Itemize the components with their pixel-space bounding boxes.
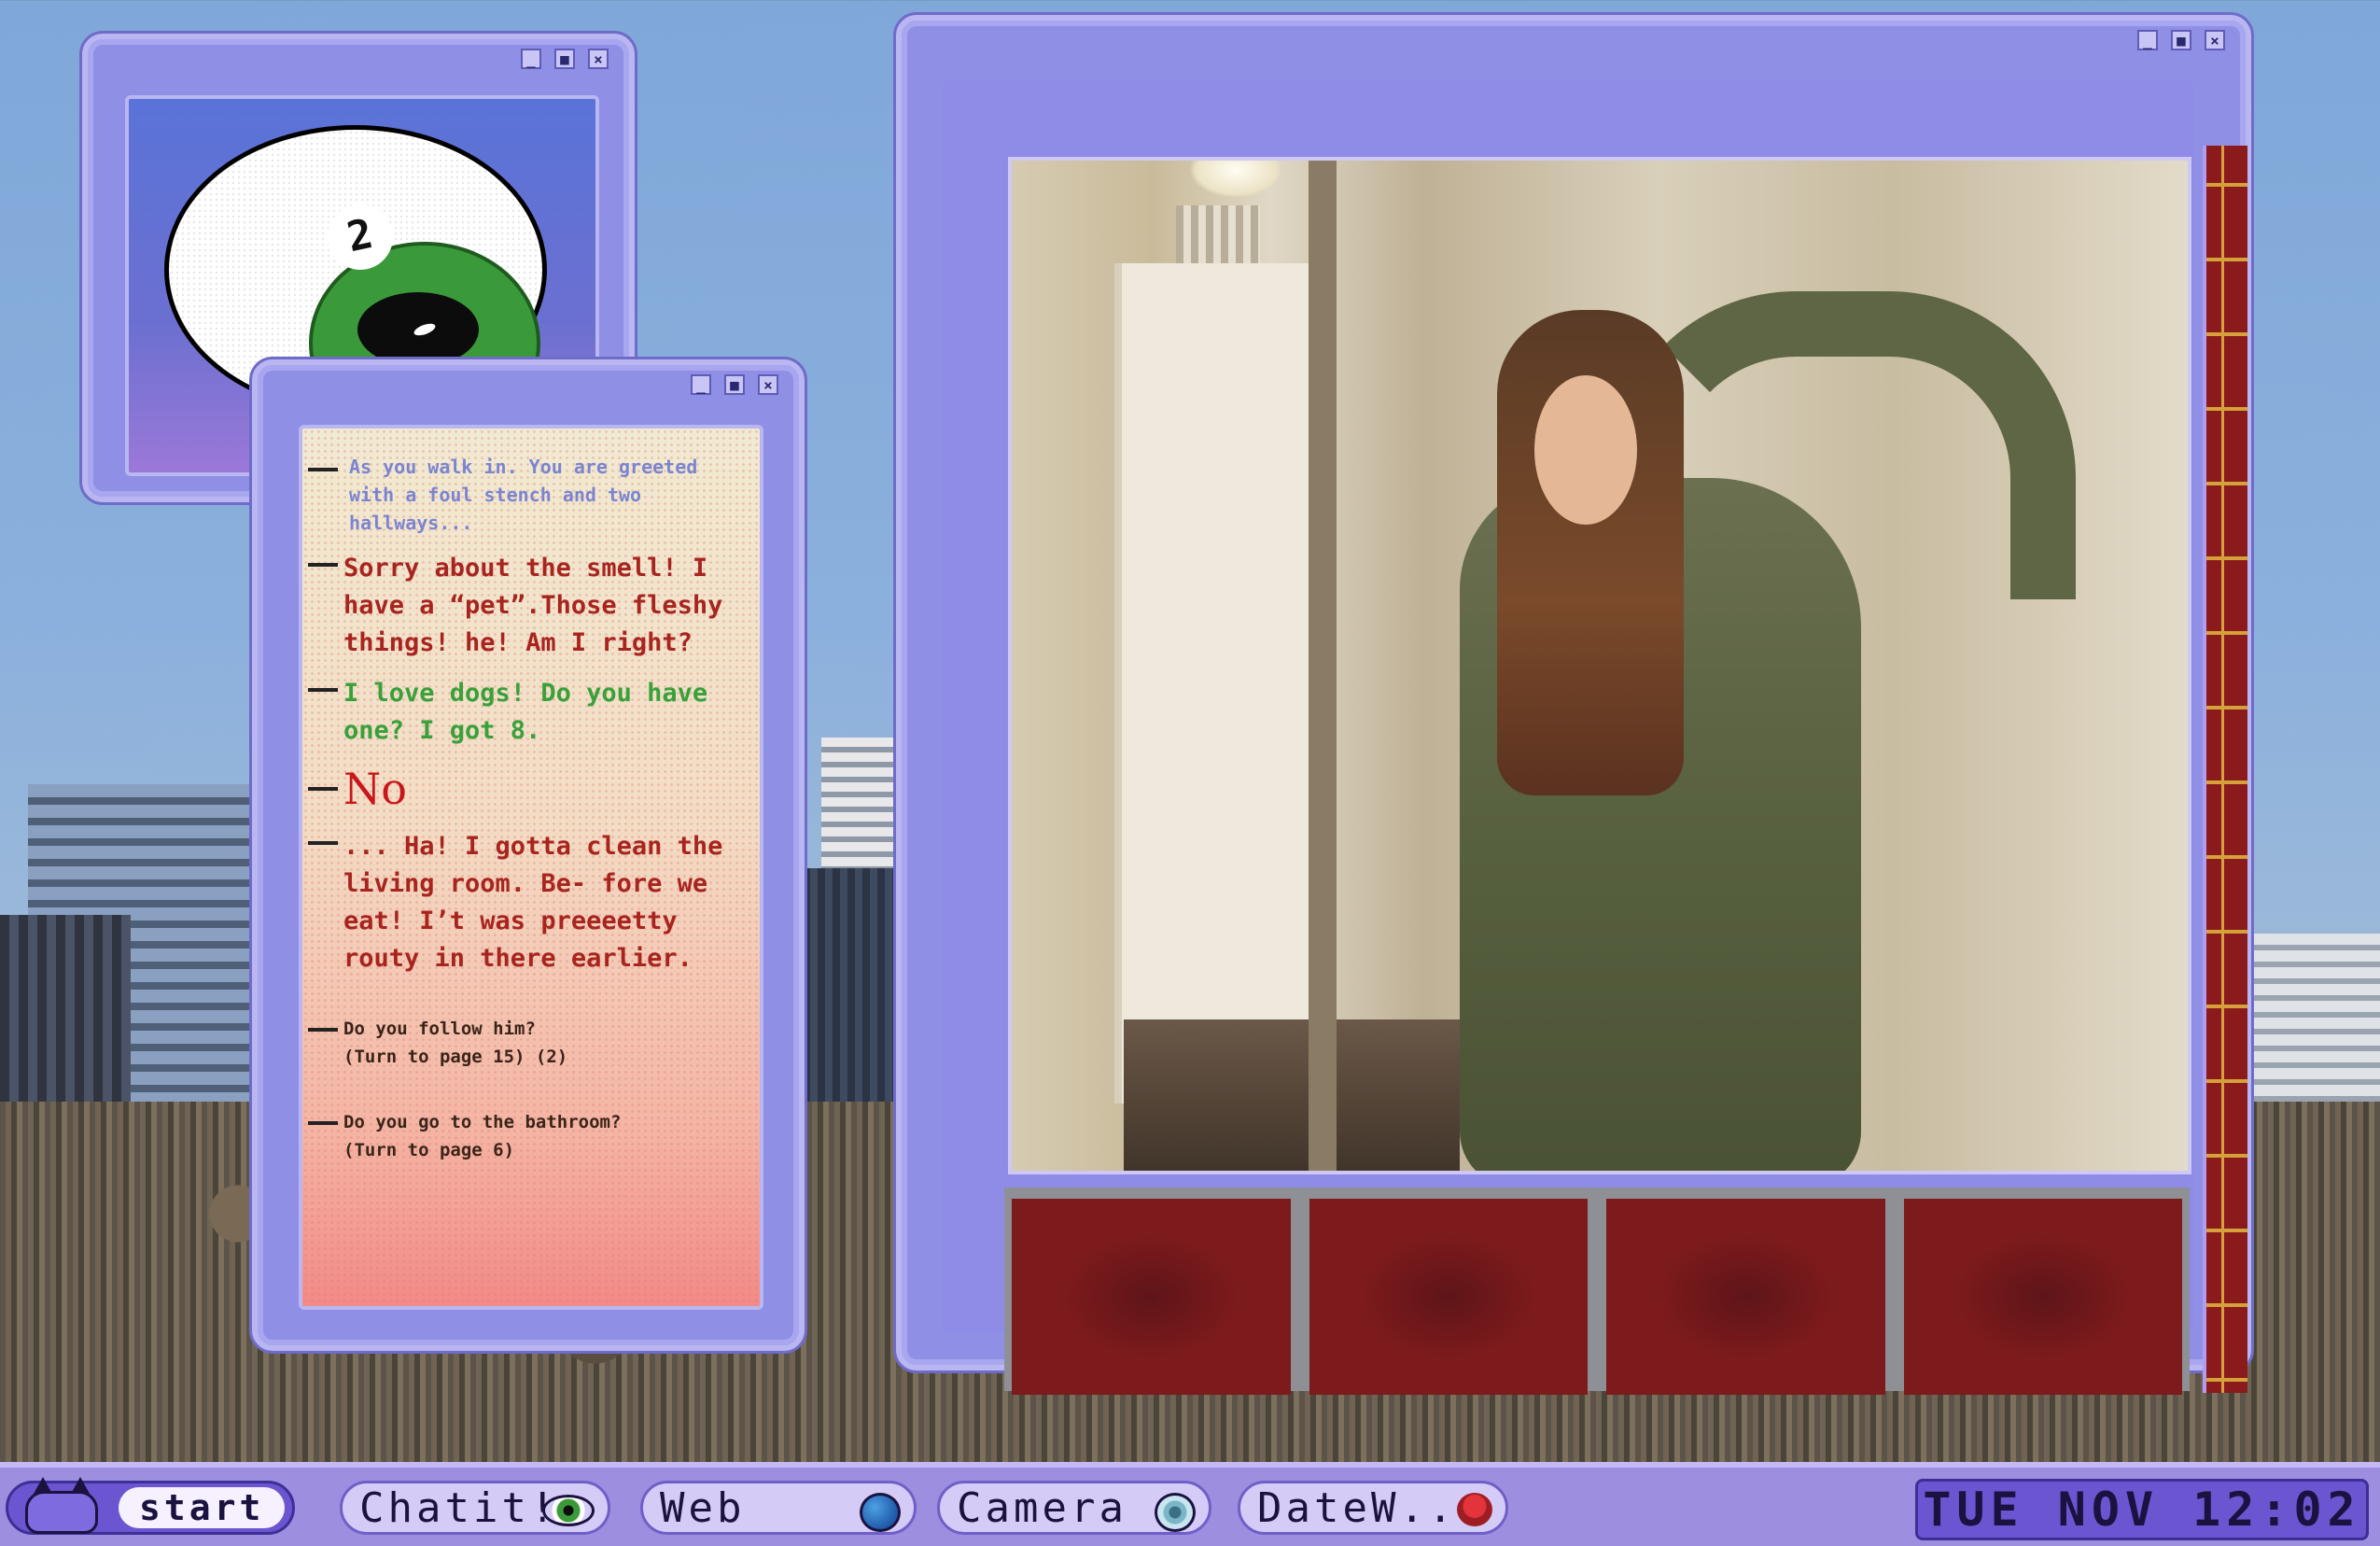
- minimize-icon[interactable]: _: [691, 374, 711, 395]
- message-text: As you walk in. You are greeted with a f…: [349, 456, 698, 534]
- taskbar: start Chatit! Web Camera DateW.. TUE NOV…: [0, 1462, 2380, 1546]
- choice-page-ref: (Turn to page 15) (2): [343, 1047, 568, 1067]
- message-dash: [308, 563, 338, 567]
- window-controls: _ ■ ×: [521, 49, 609, 69]
- camera-lens-icon: [1155, 1493, 1196, 1532]
- close-icon[interactable]: ×: [758, 374, 778, 395]
- choice-option-bathroom[interactable]: Do you go to the bathroom? (Turn to page…: [308, 1108, 743, 1164]
- start-button[interactable]: start: [6, 1477, 295, 1535]
- choice-text[interactable]: Do you follow him?: [343, 1015, 743, 1043]
- ceiling-light: [1189, 161, 1282, 198]
- minimize-icon[interactable]: _: [2137, 30, 2158, 50]
- message-dash: [308, 688, 338, 692]
- person-in-photo: [1450, 273, 2076, 1171]
- thumbnail-strip: [1004, 1188, 2190, 1395]
- face: [1534, 375, 1637, 525]
- taskbar-camera-label: Camera: [957, 1483, 1127, 1532]
- camera-window[interactable]: _ ■ ×: [896, 15, 2251, 1395]
- message-dash: [308, 787, 338, 791]
- wall-vent: [1176, 205, 1260, 271]
- maximize-icon[interactable]: ■: [554, 49, 575, 69]
- message-dash: [308, 468, 338, 471]
- chat-message-guest: I love dogs! Do you have one? I got 8.: [308, 675, 743, 750]
- taskbar-web-label: Web: [660, 1483, 746, 1532]
- message-text: Sorry about the smell! I have a “pet”.Th…: [343, 554, 723, 657]
- choice-text[interactable]: Do you go to the bathroom?: [343, 1108, 743, 1136]
- thumbnail-slot[interactable]: [1606, 1199, 1885, 1395]
- decorative-border: [2203, 146, 2247, 1393]
- choice-page-ref: (Turn to page 6): [343, 1140, 515, 1160]
- camera-photo: [1008, 157, 2191, 1174]
- globe-icon: [860, 1493, 901, 1532]
- message-dash: [308, 1121, 338, 1125]
- message-dash: [308, 1028, 338, 1032]
- window-controls: _ ■ ×: [691, 374, 778, 395]
- start-label: start: [119, 1487, 286, 1528]
- pupil: [357, 292, 479, 367]
- system-clock: TUE NOV 12:02: [1915, 1479, 2369, 1540]
- eye-glint: [413, 321, 437, 338]
- hallway-floor: [1124, 1019, 1460, 1171]
- close-icon[interactable]: ×: [588, 49, 609, 69]
- chat-window[interactable]: _ ■ × As you walk in. You are greeted wi…: [252, 359, 805, 1351]
- window-controls: _ ■ ×: [2137, 30, 2225, 50]
- chat-list: As you walk in. You are greeted with a f…: [302, 429, 760, 1177]
- taskbar-camera-button[interactable]: Camera: [937, 1481, 1211, 1535]
- chat-message-host: Sorry about the smell! I have a “pet”.Th…: [308, 550, 743, 662]
- thumbnail-slot[interactable]: [1012, 1199, 1291, 1395]
- chat-log-panel: As you walk in. You are greeted with a f…: [299, 425, 763, 1310]
- taskbar-chat-button[interactable]: Chatit!: [340, 1481, 610, 1535]
- message-text: I love dogs! Do you have one? I got 8.: [343, 679, 708, 745]
- message-dash: [308, 841, 338, 845]
- taskbar-date-button[interactable]: DateW..: [1238, 1481, 1508, 1535]
- maximize-icon[interactable]: ■: [2171, 30, 2191, 50]
- maximize-icon[interactable]: ■: [724, 374, 745, 395]
- hallway-door: [1114, 263, 1309, 1103]
- taskbar-web-button[interactable]: Web: [640, 1481, 917, 1535]
- chat-message-narration: As you walk in. You are greeted with a f…: [308, 453, 743, 537]
- minimize-icon[interactable]: _: [521, 49, 541, 69]
- choice-option-follow[interactable]: Do you follow him? (Turn to page 15) (2): [308, 1015, 743, 1071]
- rose-icon: [1457, 1493, 1492, 1526]
- camera-content: [943, 80, 2247, 1395]
- message-text: No: [343, 764, 407, 814]
- chat-message-no: No: [308, 763, 743, 815]
- cat-icon: [25, 1477, 98, 1534]
- thumbnail-slot[interactable]: [1309, 1199, 1588, 1395]
- close-icon[interactable]: ×: [2205, 30, 2225, 50]
- eye-icon: [542, 1495, 595, 1526]
- thumbnail-slot[interactable]: [1903, 1199, 2182, 1395]
- door-edge: [1309, 161, 1337, 1171]
- taskbar-date-label: DateW..: [1257, 1483, 1457, 1532]
- taskbar-chat-label: Chatit!: [359, 1483, 559, 1532]
- chat-message-host: ... Ha! I gotta clean the living room. B…: [308, 828, 743, 977]
- message-text: ... Ha! I gotta clean the living room. B…: [343, 832, 723, 973]
